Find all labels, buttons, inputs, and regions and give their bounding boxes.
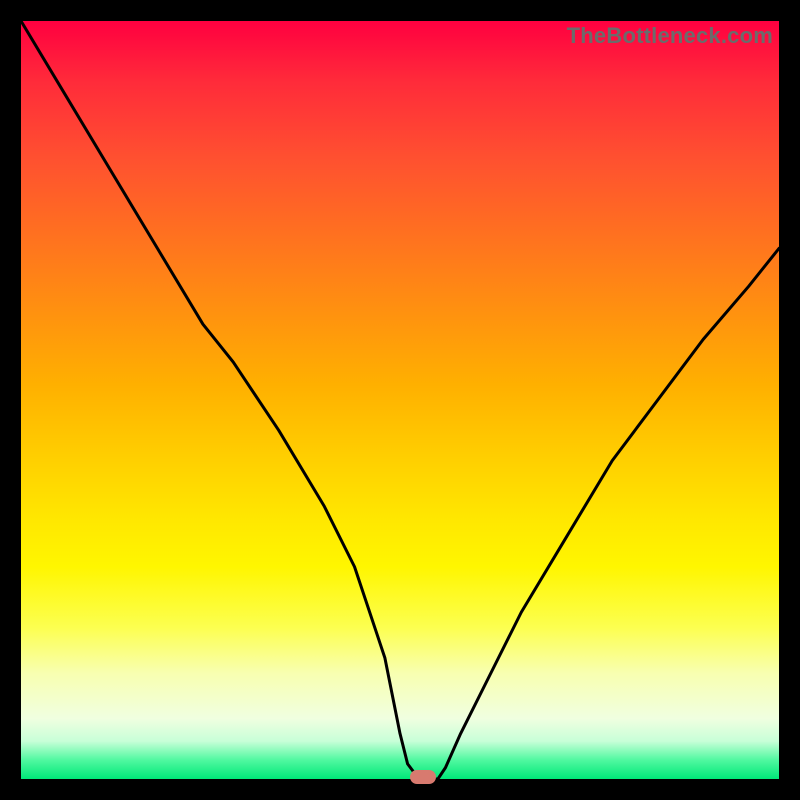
optimal-marker: [410, 770, 436, 784]
chart-frame: TheBottleneck.com: [0, 0, 800, 800]
bottleneck-curve: [21, 21, 779, 779]
plot-area: TheBottleneck.com: [21, 21, 779, 779]
curve-path: [21, 21, 779, 779]
